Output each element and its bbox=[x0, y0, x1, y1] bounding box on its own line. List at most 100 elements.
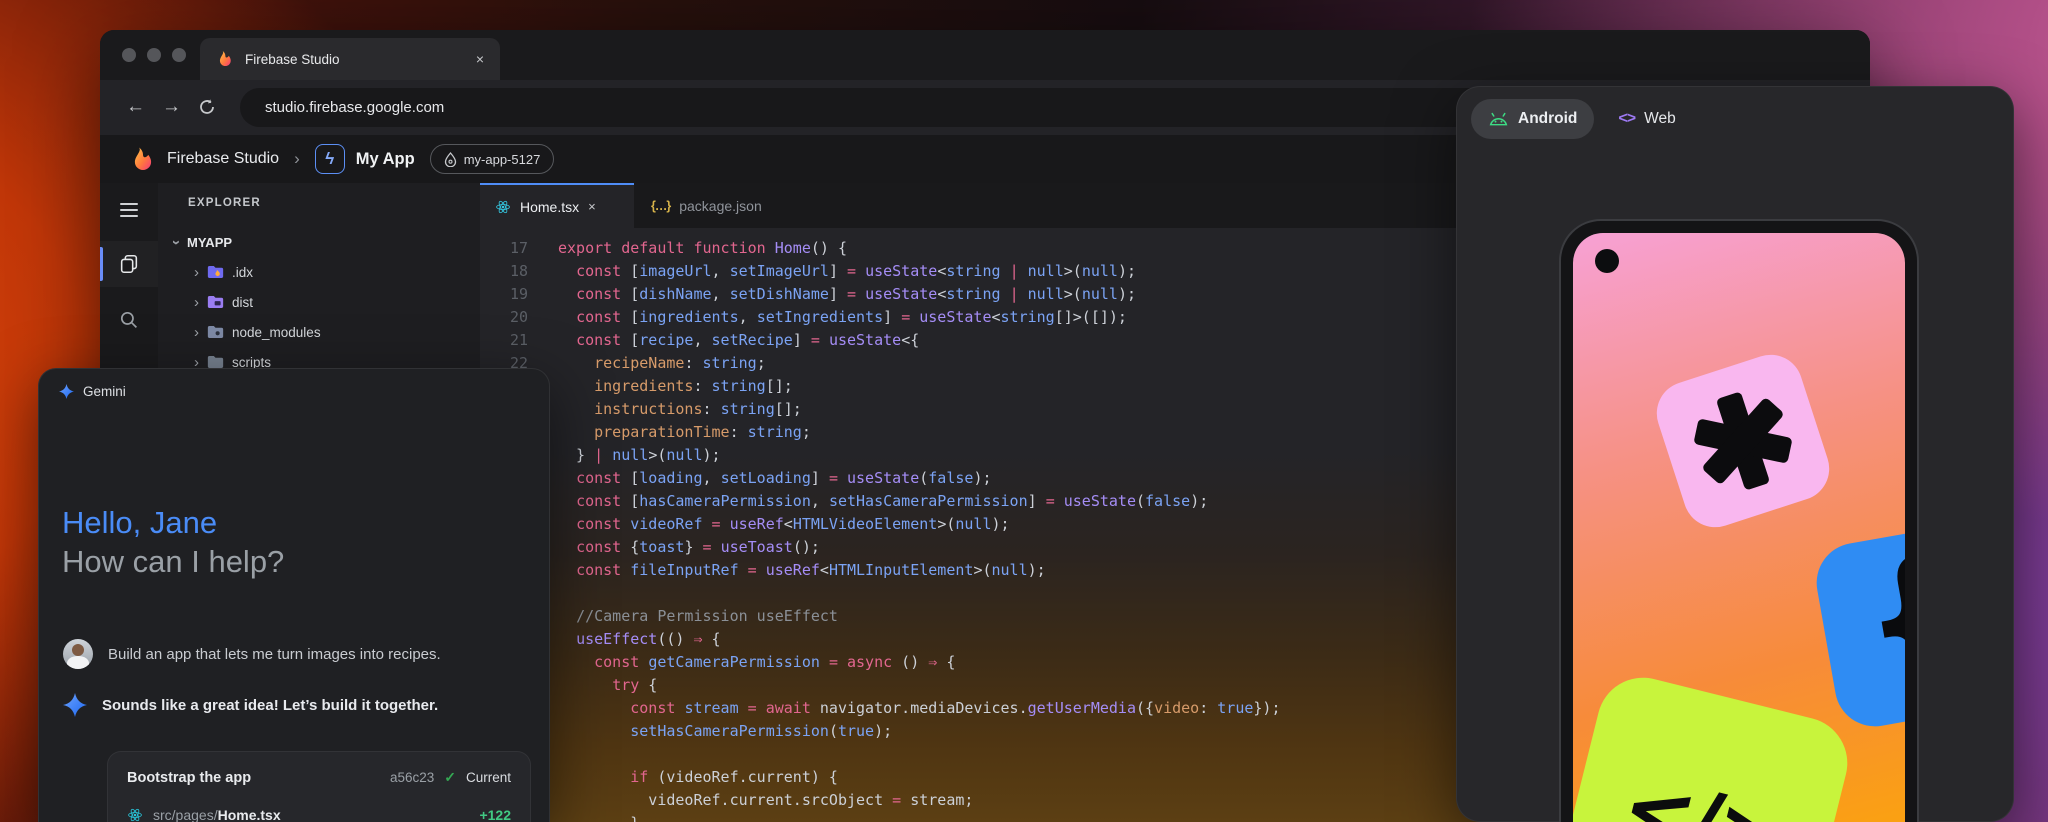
diff-added-count: +122 bbox=[479, 807, 511, 822]
curly-brace-glyph: { bbox=[1848, 522, 1905, 712]
curly-brace-tile: { bbox=[1810, 518, 1905, 732]
gemini-greeting: Hello, Jane How can I help? bbox=[62, 503, 284, 581]
braces-icon: {…} bbox=[651, 199, 670, 213]
breadcrumb-separator: › bbox=[294, 149, 300, 169]
folder-dist-icon bbox=[207, 295, 224, 309]
browser-tab-title: Firebase Studio bbox=[245, 52, 465, 67]
window-controls[interactable] bbox=[122, 48, 186, 62]
editor-tab-home-tsx[interactable]: Home.tsx × bbox=[480, 183, 634, 228]
card-file-row[interactable]: src/pages/Home.tsx +122 bbox=[127, 807, 511, 822]
greeting-line-2: How can I help? bbox=[62, 542, 284, 581]
product-title: Firebase Studio bbox=[167, 150, 279, 168]
workspace-badge-label: my-app-5127 bbox=[464, 152, 541, 167]
firebase-logo bbox=[130, 146, 155, 173]
tree-item-label: node_modules bbox=[232, 325, 321, 340]
commit-hash: a56c23 bbox=[390, 770, 434, 785]
user-avatar bbox=[63, 639, 93, 669]
app-prototype-icon: ϟ bbox=[315, 144, 345, 174]
forward-icon[interactable]: → bbox=[162, 95, 181, 119]
back-icon[interactable]: ← bbox=[126, 95, 145, 119]
file-path: src/pages/Home.tsx bbox=[153, 807, 281, 822]
file-entry: src/pages/Home.tsx bbox=[127, 807, 281, 822]
tree-item-dist[interactable]: › dist bbox=[158, 287, 480, 317]
address-bar-url: studio.firebase.google.com bbox=[265, 99, 444, 116]
tree-root-myapp[interactable]: › MYAPP bbox=[158, 227, 480, 257]
device-preview-panel: Android <> Web { </> bbox=[1456, 86, 2014, 822]
code-brackets-icon: <> bbox=[1618, 110, 1635, 128]
tree-item-label: dist bbox=[232, 295, 253, 310]
check-icon: ✓ bbox=[444, 769, 456, 786]
assistant-message-row: Sounds like a great idea! Let’s build it… bbox=[63, 693, 438, 717]
card-title: Bootstrap the app bbox=[127, 770, 251, 786]
gemini-star-icon bbox=[59, 384, 74, 399]
files-icon bbox=[118, 253, 140, 275]
window-zoom-button[interactable] bbox=[172, 48, 186, 62]
tree-item-node-modules[interactable]: › node_modules bbox=[158, 317, 480, 347]
bootstrap-step-card[interactable]: Bootstrap the app a56c23 ✓ Current src/p… bbox=[107, 751, 531, 822]
asterisk-icon bbox=[1648, 346, 1837, 535]
window-close-button[interactable] bbox=[122, 48, 136, 62]
chevron-right-icon: › bbox=[194, 265, 199, 280]
react-icon bbox=[495, 199, 511, 215]
chevron-right-icon: › bbox=[194, 295, 199, 310]
file-tree: › MYAPP › .idx › dist › bbox=[158, 227, 480, 377]
platform-toggle: Android <> Web bbox=[1471, 99, 1676, 139]
browser-tab-strip: Firebase Studio × bbox=[100, 30, 1870, 80]
code-brackets-glyph: </> bbox=[1613, 755, 1793, 822]
tab-close-icon[interactable]: × bbox=[588, 199, 596, 214]
user-message-row: Build an app that lets me turn images in… bbox=[63, 639, 441, 669]
folder-node-modules-icon bbox=[207, 325, 224, 339]
search-icon bbox=[119, 310, 139, 330]
card-status-group: a56c23 ✓ Current bbox=[390, 769, 511, 786]
tree-item-idx[interactable]: › .idx bbox=[158, 257, 480, 287]
explorer-activity-button[interactable] bbox=[100, 241, 158, 287]
camera-punch-hole bbox=[1595, 249, 1619, 273]
react-icon bbox=[127, 807, 143, 822]
chevron-right-icon: › bbox=[194, 325, 199, 340]
android-toggle-label: Android bbox=[1518, 110, 1577, 128]
phone-screen: { </> bbox=[1573, 233, 1905, 822]
tree-root-label: MYAPP bbox=[187, 235, 232, 250]
app-name: My App bbox=[356, 150, 415, 169]
line-number: 17 bbox=[480, 237, 528, 260]
gemini-star-icon bbox=[63, 693, 87, 717]
web-toggle-button[interactable]: <> Web bbox=[1618, 110, 1675, 128]
reload-icon[interactable] bbox=[198, 98, 216, 121]
tab-close-icon[interactable]: × bbox=[476, 51, 484, 67]
code-brackets-tile: </> bbox=[1573, 668, 1857, 822]
browser-tab[interactable]: Firebase Studio × bbox=[200, 38, 500, 80]
droplet-icon bbox=[444, 152, 457, 167]
user-message-text: Build an app that lets me turn images in… bbox=[108, 646, 441, 663]
line-number: 18 bbox=[480, 260, 528, 283]
editor-tab-label: Home.tsx bbox=[520, 199, 579, 215]
chevron-down-icon: › bbox=[169, 240, 184, 245]
file-path-name: Home.tsx bbox=[218, 807, 281, 822]
android-phone-frame: { </> bbox=[1559, 219, 1919, 822]
menu-icon[interactable] bbox=[120, 203, 138, 221]
line-number: 20 bbox=[480, 306, 528, 329]
line-number: 19 bbox=[480, 283, 528, 306]
window-minimize-button[interactable] bbox=[147, 48, 161, 62]
editor-tab-label: package.json bbox=[679, 198, 762, 214]
tree-item-label: .idx bbox=[232, 265, 253, 280]
editor-tab-package-json[interactable]: {…} package.json bbox=[636, 183, 818, 228]
search-activity-button[interactable] bbox=[100, 297, 158, 343]
android-icon bbox=[1488, 112, 1509, 126]
workspace-badge[interactable]: my-app-5127 bbox=[430, 144, 555, 174]
gemini-header: Gemini bbox=[59, 384, 126, 399]
android-toggle-button[interactable]: Android bbox=[1471, 99, 1594, 139]
explorer-title: EXPLORER bbox=[188, 197, 261, 209]
gemini-brand-label: Gemini bbox=[83, 384, 126, 399]
card-header-row: Bootstrap the app a56c23 ✓ Current bbox=[127, 769, 511, 786]
folder-scripts-icon bbox=[207, 355, 224, 369]
gemini-chat-panel: Gemini Hello, Jane How can I help? Build… bbox=[38, 368, 550, 822]
web-toggle-label: Web bbox=[1644, 110, 1676, 128]
assistant-message-text: Sounds like a great idea! Let’s build it… bbox=[102, 697, 438, 714]
status-badge: Current bbox=[466, 770, 511, 785]
folder-idx-icon bbox=[207, 265, 224, 279]
file-path-dir: src/pages/ bbox=[153, 807, 218, 822]
marketing-canvas: Firebase Studio × ← → studio.firebase.go… bbox=[0, 0, 2048, 822]
firebase-flame-icon bbox=[216, 50, 234, 68]
greeting-line-1: Hello, Jane bbox=[62, 503, 284, 542]
app-icon-glyph: ϟ bbox=[325, 149, 334, 169]
